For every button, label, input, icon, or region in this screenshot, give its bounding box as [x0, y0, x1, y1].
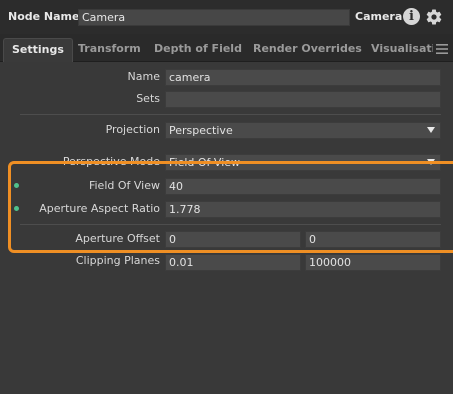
field-of-view-field[interactable]: 40 [165, 178, 441, 195]
animated-param-dot [14, 206, 19, 211]
node-name-input[interactable]: Camera [78, 9, 350, 26]
separator [20, 224, 441, 225]
perspective-mode-label: Perspective Mode [62, 155, 160, 168]
node-name-label: Node Name [8, 10, 80, 23]
animated-param-dot [14, 183, 19, 188]
aperture-offset-x-field[interactable]: 0 [165, 231, 301, 248]
tab-bar: Settings Transform Depth of Field Render… [0, 34, 453, 63]
perspective-mode-value: Field Of View [169, 156, 241, 169]
aperture-aspect-ratio-field[interactable]: 1.778 [165, 201, 441, 218]
clipping-planes-label: Clipping Planes [75, 254, 160, 267]
projection-dropdown[interactable]: Perspective [165, 122, 441, 139]
clipping-far-field[interactable]: 100000 [305, 254, 441, 271]
node-type-label: Camera [355, 10, 403, 23]
sets-field[interactable] [165, 91, 441, 108]
sets-label: Sets [136, 92, 160, 105]
projection-label: Projection [105, 123, 160, 136]
tab-visualisation[interactable]: Visualisatic [371, 38, 433, 62]
perspective-mode-dropdown[interactable]: Field Of View [165, 154, 441, 171]
node-header: Node Name Camera Camera i [0, 0, 453, 34]
field-of-view-label: Field Of View [88, 179, 160, 192]
tab-render-overrides[interactable]: Render Overrides [253, 38, 362, 62]
info-icon[interactable]: i [403, 8, 420, 25]
name-label: Name [127, 70, 160, 83]
camera-node-editor: Node Name Camera Camera i Settings Trans… [0, 0, 453, 394]
settings-panel: Name camera Sets Projection Perspective … [0, 62, 453, 394]
projection-value: Perspective [169, 124, 233, 137]
chevron-down-icon [427, 159, 435, 165]
hamburger-menu-icon[interactable] [436, 43, 448, 55]
separator [20, 114, 441, 115]
clipping-near-field[interactable]: 0.01 [165, 254, 301, 271]
tab-transform[interactable]: Transform [78, 38, 141, 62]
tab-settings[interactable]: Settings [3, 38, 73, 63]
tab-depth-of-field[interactable]: Depth of Field [154, 38, 242, 62]
gear-icon[interactable] [425, 8, 443, 26]
chevron-down-icon [427, 127, 435, 133]
name-field[interactable]: camera [165, 69, 441, 86]
aperture-aspect-ratio-label: Aperture Aspect Ratio [39, 202, 160, 215]
aperture-offset-y-field[interactable]: 0 [305, 231, 441, 248]
aperture-offset-label: Aperture Offset [75, 232, 160, 245]
